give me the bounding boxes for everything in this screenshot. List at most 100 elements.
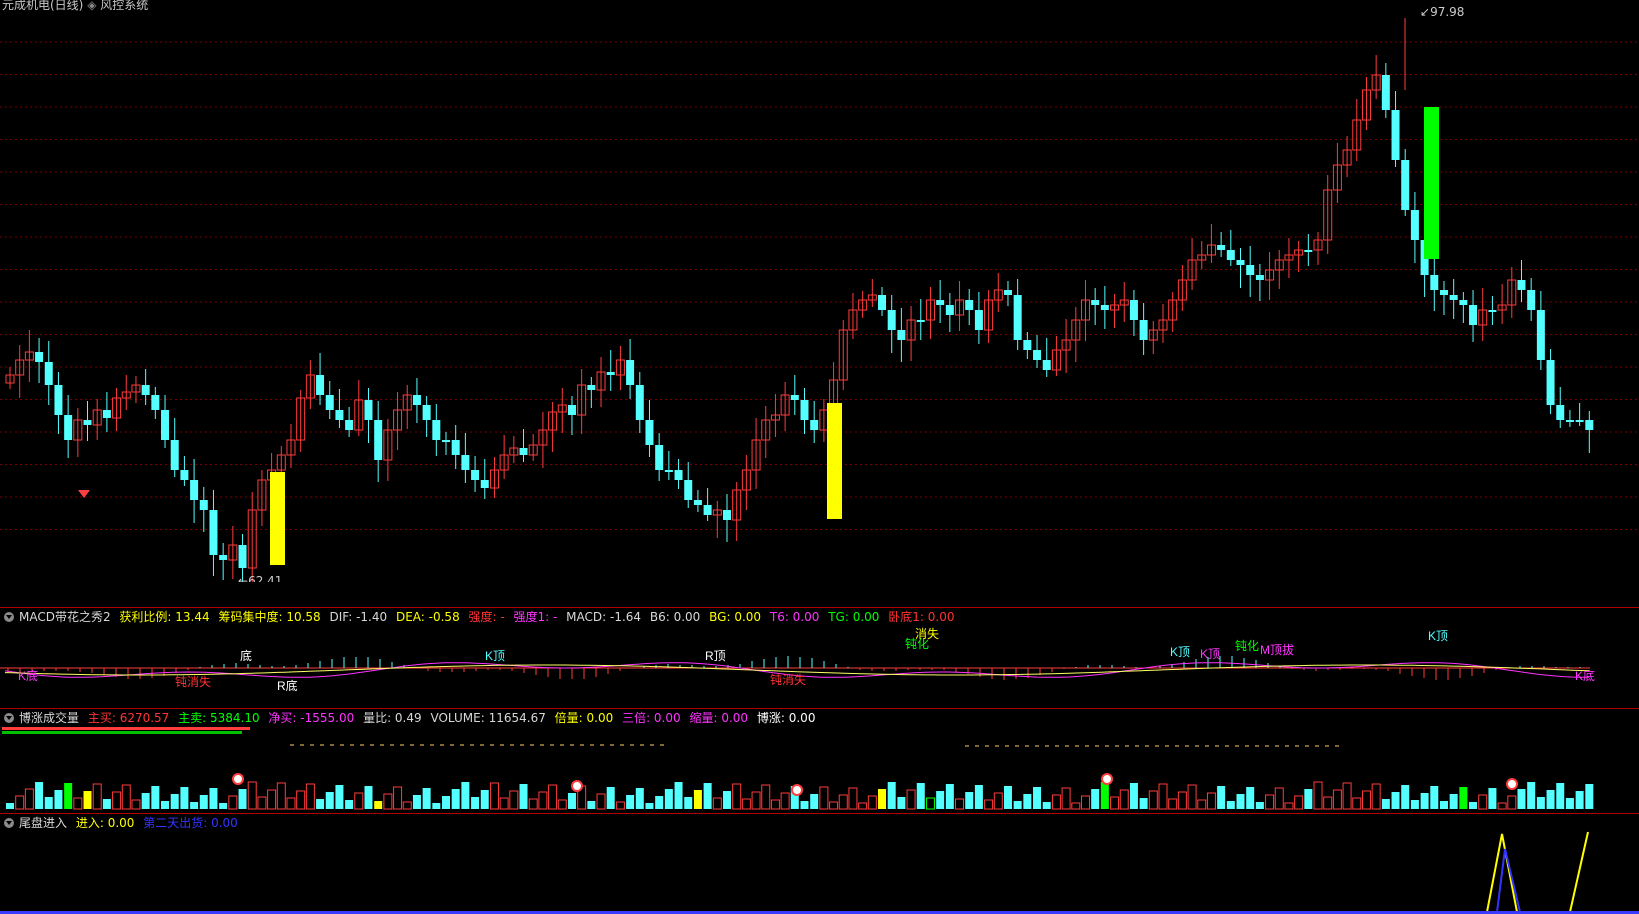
volume-bar: [858, 802, 868, 810]
tail-entry-chart[interactable]: [0, 814, 1639, 914]
volume-bar: [364, 786, 373, 809]
candle-body: [238, 545, 247, 568]
volume-bar: [422, 788, 431, 809]
candle-body: [790, 395, 799, 400]
volume-bar: [606, 787, 615, 809]
volume-bar: [1274, 787, 1284, 810]
macd-annotation: K顶: [1200, 647, 1220, 661]
candle-body: [1391, 110, 1400, 160]
volume-bar: [247, 781, 257, 810]
volume-bar: [887, 782, 896, 809]
candle-body: [722, 510, 731, 520]
volume-bar: [131, 799, 141, 810]
candle-body: [190, 480, 199, 500]
volume-bar: [751, 791, 761, 810]
main-buy-bar: [2, 727, 250, 730]
candle-body: [102, 410, 111, 418]
volume-bar: [402, 801, 412, 810]
volume-bar: [228, 795, 238, 810]
candle-body: [1246, 265, 1255, 275]
volume-bar: [1119, 789, 1129, 810]
plus-circle-icon: [1506, 778, 1518, 790]
candle-body: [170, 440, 179, 470]
volume-bar: [645, 803, 654, 809]
volume-bar: [335, 785, 344, 809]
volume-bar: [664, 789, 673, 809]
volume-bar: [102, 799, 111, 809]
volume-bar: [925, 797, 935, 810]
candle-body: [54, 385, 63, 415]
candle-body: [1585, 420, 1594, 430]
candle-body: [1304, 250, 1313, 252]
volume-bar: [1430, 786, 1439, 809]
volume-bar: [383, 793, 393, 810]
volume-bar: [722, 791, 731, 809]
volume-bar: [6, 803, 14, 809]
candle-body: [180, 470, 189, 480]
candle-body: [1469, 305, 1478, 325]
candle-body: [1546, 360, 1555, 405]
candle-body: [1139, 320, 1148, 340]
volume-bar: [965, 792, 974, 809]
volume-bar: [1255, 802, 1264, 809]
candle-body: [684, 480, 693, 500]
candle-body: [412, 395, 421, 405]
volume-bar: [1332, 789, 1342, 810]
volume-bar: [73, 797, 83, 810]
candle-body: [1517, 280, 1526, 290]
volume-bar: [296, 790, 306, 810]
volume-bar: [238, 789, 247, 809]
candle-body: [1401, 160, 1410, 210]
signal-bar-green: [1424, 107, 1439, 259]
volume-chart[interactable]: [0, 709, 1639, 813]
macd-panel[interactable]: MACD带花之秀2 获利比例: 13.44 筹码集中度: 10.58 DIF: …: [0, 608, 1639, 708]
volume-bar: [916, 783, 925, 809]
volume-bar: [587, 801, 596, 809]
volume-bar: [180, 787, 189, 809]
plus-circle-icon: [232, 773, 244, 785]
tail-entry-panel[interactable]: 尾盘进入 进入: 0.00 第二天出货: 0.00: [0, 814, 1639, 914]
volume-bar: [471, 797, 480, 809]
volume-bar: [615, 801, 625, 810]
volume-bar: [1051, 794, 1061, 810]
macd-annotation: M顶拔: [1260, 642, 1294, 657]
candle-body: [916, 320, 925, 322]
volume-bar: [44, 797, 53, 809]
volume-bar: [626, 795, 635, 809]
volume-panel[interactable]: 博涨成交量 主买: 6270.57 主卖: 5384.10 净买: -1555.…: [0, 709, 1639, 813]
volume-bar: [286, 797, 296, 810]
volume-bar: [1517, 789, 1526, 809]
candle-body: [335, 410, 344, 420]
volume-bar: [432, 803, 441, 809]
candle-body: [1381, 75, 1390, 110]
macd-chart[interactable]: K底底钝消失 R底K顶 R顶钝消失钝化消失K顶 K顶钝化 M顶拔K顶K底: [0, 608, 1639, 708]
price-chart-panel[interactable]: 元成机电(日线) ◈ 风控系统 ↙97.98 ←62.41 财涨 解 跌: [0, 0, 1639, 582]
signal-bar-yellow: [270, 472, 285, 565]
volume-bar: [121, 784, 131, 810]
candle-body: [606, 372, 615, 375]
volume-bar: [1410, 800, 1419, 809]
volume-bar: [596, 793, 606, 810]
candlestick-chart[interactable]: [0, 0, 1639, 582]
candle-body: [645, 420, 654, 445]
volume-bar: [1497, 802, 1507, 810]
candle-body: [442, 440, 451, 442]
volume-bar: [276, 782, 286, 810]
macd-annotation: 消失: [915, 626, 939, 641]
volume-bar: [1284, 802, 1294, 810]
candle-body: [703, 505, 712, 515]
volume-bar: [519, 784, 528, 809]
volume-bar: [480, 790, 489, 809]
macd-annotation: R顶: [705, 649, 726, 663]
candle-body: [674, 470, 683, 480]
candle-body: [635, 385, 644, 420]
volume-bar: [1381, 799, 1390, 809]
macd-annotation: R底: [277, 678, 298, 693]
candle-body: [1536, 310, 1545, 360]
macd-annotation: K顶: [485, 649, 505, 663]
volume-bar: [684, 797, 693, 809]
volume-bar: [1565, 798, 1574, 809]
volume-bar: [412, 795, 421, 809]
candle-body: [432, 420, 441, 440]
volume-bar: [703, 783, 712, 809]
